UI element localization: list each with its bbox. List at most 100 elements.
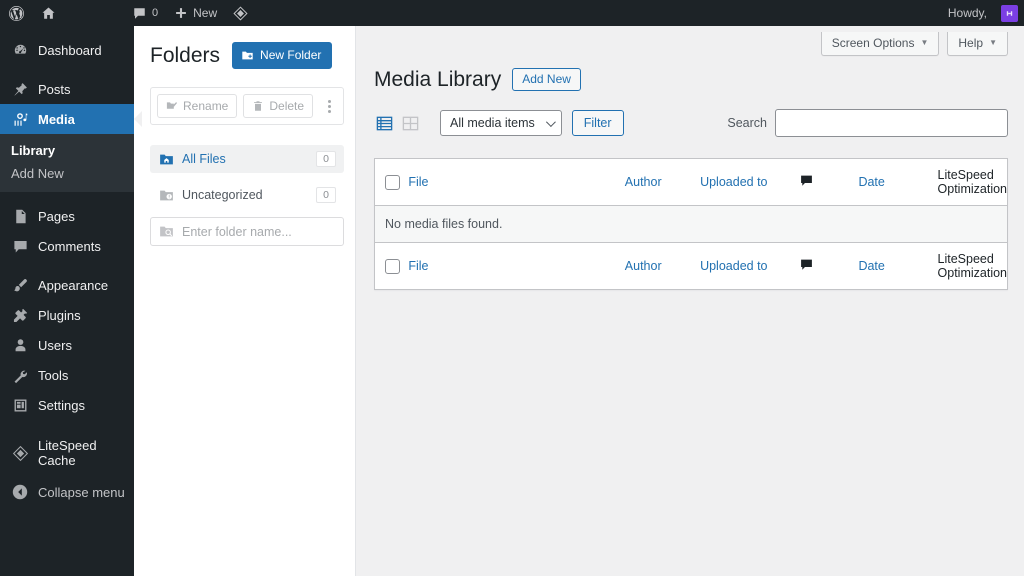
sidebar-subitem-add-new[interactable]: Add New <box>0 162 134 185</box>
tools-icon <box>11 366 29 384</box>
litespeed-adminbar-button[interactable] <box>225 0 256 26</box>
collapse-menu-label: Collapse menu <box>38 484 125 500</box>
comments-column-icon <box>799 173 814 188</box>
filter-button[interactable]: Filter <box>571 110 624 137</box>
delete-folder-button[interactable]: Delete <box>243 94 314 118</box>
new-content-button[interactable]: New <box>166 0 225 26</box>
kebab-dot <box>328 104 331 108</box>
page-header: Media Library Add New <box>356 56 1024 93</box>
rename-folder-button[interactable]: Rename <box>157 94 238 118</box>
kebab-menu-icon[interactable] <box>328 99 337 113</box>
column-footer-litespeed-optimization: LiteSpeed Optimization <box>937 242 1008 290</box>
view-switch <box>374 113 421 134</box>
admin-bar-right: Howdy, <box>940 0 1024 26</box>
kebab-dot <box>328 99 331 103</box>
column-footer-date[interactable]: Date <box>858 242 938 290</box>
sidebar-item-posts[interactable]: Posts <box>0 74 134 104</box>
column-footer-uploaded-to[interactable]: Uploaded to <box>700 242 800 290</box>
select-all-header[interactable] <box>374 158 409 207</box>
menu-separator-5 <box>0 468 134 477</box>
sidebar-item-tools[interactable]: Tools <box>0 360 134 390</box>
media-submenu: Library Add New <box>0 134 134 192</box>
comments-bubble-button[interactable]: 0 <box>124 0 166 26</box>
collapse-menu-button[interactable]: Collapse menu <box>0 477 134 507</box>
table-footer-row: File Author Uploaded to Date LiteSpeed O… <box>374 242 1008 290</box>
sidebar-item-label: Media <box>38 111 75 127</box>
menu-separator-3 <box>0 261 134 270</box>
sidebar-item-appearance[interactable]: Appearance <box>0 270 134 300</box>
search-input[interactable] <box>775 109 1008 138</box>
sidebar-item-users[interactable]: Users <box>0 330 134 360</box>
table-navigation-top: All media items Filter Search <box>356 93 1024 138</box>
column-header-file[interactable]: File <box>408 158 625 207</box>
avatar[interactable] <box>1001 4 1018 22</box>
screen-options-button[interactable]: Screen Options ▼ <box>820 32 940 56</box>
new-label: New <box>193 6 218 20</box>
media-items-filter-select[interactable]: All media items <box>440 110 562 137</box>
new-folder-name-input[interactable] <box>182 224 335 239</box>
column-footer-file[interactable]: File <box>408 242 625 290</box>
howdy-account-menu[interactable]: Howdy, <box>940 0 995 26</box>
media-table-body: No media files found. <box>374 205 1008 244</box>
folder-count: 0 <box>316 187 336 203</box>
empty-state-message: No media files found. <box>374 205 1008 244</box>
sidebar-item-settings[interactable]: Settings <box>0 390 134 420</box>
select-all-checkbox[interactable] <box>385 174 400 190</box>
admin-sidebar-menu: Dashboard Posts Media Library Add New Pa… <box>0 26 142 576</box>
select-all-checkbox-footer[interactable] <box>385 258 400 274</box>
sidebar-item-dashboard[interactable]: Dashboard <box>0 35 134 65</box>
select-all-footer-header[interactable] <box>374 242 409 290</box>
sidebar-item-label: Pages <box>38 208 75 224</box>
howdy-label: Howdy, <box>947 6 987 20</box>
media-filter-selected-value: All media items <box>450 116 535 131</box>
admin-bar: 0 New Howdy, <box>0 0 1024 26</box>
dashboard-icon <box>11 41 29 59</box>
list-view-icon[interactable] <box>374 113 395 134</box>
screen-meta-links: Screen Options ▼ Help ▼ <box>356 26 1024 56</box>
column-header-comments[interactable] <box>799 158 859 207</box>
folders-panel: Folders New Folder Rename Delete All Fil… <box>134 26 356 576</box>
new-folder-name-field-wrap[interactable] <box>150 217 344 246</box>
column-footer-author[interactable]: Author <box>624 242 701 290</box>
column-header-uploaded-to[interactable]: Uploaded to <box>700 158 800 207</box>
main-content: Screen Options ▼ Help ▼ Media Library Ad… <box>356 26 1024 576</box>
sidebar-item-plugins[interactable]: Plugins <box>0 300 134 330</box>
wordpress-logo-icon <box>8 5 25 22</box>
media-table: File Author Uploaded to Date LiteSpeed O… <box>374 158 1008 291</box>
media-table-wrap: File Author Uploaded to Date LiteSpeed O… <box>356 137 1024 291</box>
folder-search-icon <box>159 224 174 239</box>
site-home-button[interactable] <box>33 0 64 26</box>
column-header-author[interactable]: Author <box>624 158 701 207</box>
kebab-dot <box>328 109 331 113</box>
folders-header: Folders New Folder <box>150 42 344 69</box>
folder-label: All Files <box>182 152 226 166</box>
chevron-down-icon: ▼ <box>920 38 929 47</box>
plus-icon <box>174 6 188 20</box>
column-header-date[interactable]: Date <box>858 158 938 207</box>
column-footer-comments[interactable] <box>799 242 859 290</box>
settings-icon <box>11 396 29 414</box>
sidebar-item-pages[interactable]: Pages <box>0 201 134 231</box>
folder-item-uncategorized[interactable]: Uncategorized 0 <box>150 181 344 209</box>
trash-icon <box>252 100 264 112</box>
add-new-media-button[interactable]: Add New <box>512 68 581 92</box>
sidebar-subitem-library[interactable]: Library <box>0 139 134 162</box>
sidebar-item-label: Tools <box>38 367 69 383</box>
new-folder-button[interactable]: New Folder <box>232 42 333 69</box>
grid-view-icon[interactable] <box>400 113 421 134</box>
folder-item-all-files[interactable]: All Files 0 <box>150 145 344 173</box>
sidebar-item-comments[interactable]: Comments <box>0 231 134 261</box>
sidebar-item-label: Plugins <box>38 307 81 323</box>
table-header-row: File Author Uploaded to Date LiteSpeed O… <box>374 158 1008 207</box>
sidebar-item-litespeed-cache[interactable]: LiteSpeed Cache <box>0 438 134 468</box>
folder-plus-icon <box>241 49 254 62</box>
wordpress-logo-button[interactable] <box>0 0 33 26</box>
delete-label: Delete <box>269 99 305 113</box>
help-button[interactable]: Help ▼ <box>947 32 1008 56</box>
search-area: Search <box>727 109 1008 138</box>
litespeed-icon <box>11 444 29 462</box>
folder-icon <box>158 187 174 203</box>
comments-column-icon <box>799 257 814 272</box>
sidebar-item-media[interactable]: Media <box>0 104 142 134</box>
page-title: Media Library <box>374 68 502 91</box>
